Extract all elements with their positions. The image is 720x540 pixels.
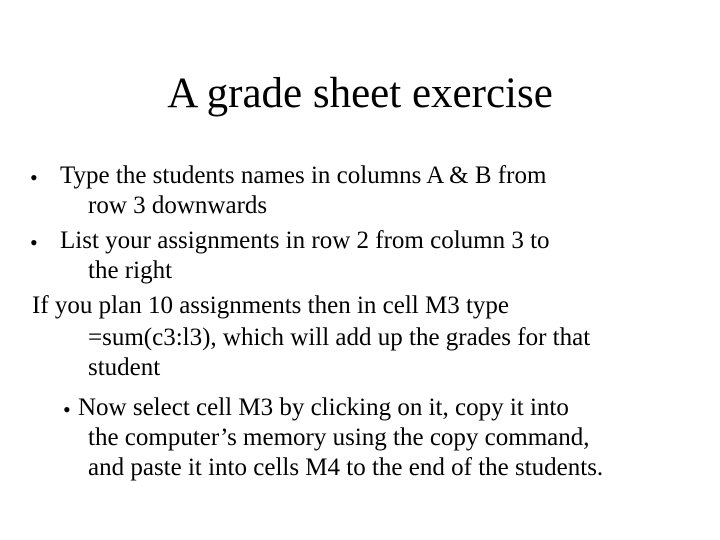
bullet-text-line: and paste it into cells M4 to the end of… [88,454,604,481]
bullet-icon: • [30,230,38,255]
bullet-text-line: the computer’s memory using the copy com… [88,424,590,451]
bullet-text-line: Type the students names in columns A & B… [60,162,547,189]
bullet-text-line: the right [88,257,173,284]
bullet-text-line: Now select cell M3 by clicking on it, co… [78,394,569,421]
bullet-icon: • [30,165,38,190]
slide-title: A grade sheet exercise [167,70,553,117]
bullet-text-line: row 3 downwards [88,192,268,219]
paragraph-text-line: If you plan 10 assignments then in cell … [32,292,510,319]
paragraph-text-line: student [88,354,161,381]
bullet-text-line: List your assignments in row 2 from colu… [60,227,550,254]
bullet-icon: • [63,397,71,422]
paragraph-text-line: =sum(c3:l3), which will add up the grade… [88,324,591,351]
